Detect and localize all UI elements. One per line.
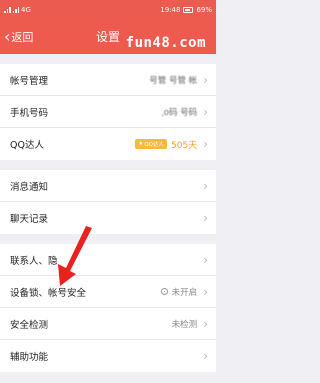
chevron-right-icon: › (203, 104, 208, 119)
chevron-right-icon: › (203, 284, 208, 299)
message-notify-row[interactable]: 消息通知 › (0, 170, 216, 202)
security-group: 联系人、隐 › 设备锁、帐号安全 未开启 › 安全检测 未检测 › 辅助功能 › (0, 244, 216, 372)
phone-text: ˌo码 号码 (161, 107, 198, 118)
security-check-status: 未检测 (171, 319, 198, 330)
device-lock-row[interactable]: 设备锁、帐号安全 未开启 › (0, 276, 216, 308)
chevron-right-icon: › (203, 316, 208, 331)
notify-group: 消息通知 › 聊天记录 › (0, 170, 216, 234)
chevron-right-icon: › (203, 252, 208, 267)
account-manage-label: 帐号管理 (10, 75, 49, 87)
qq-talent-row[interactable]: QQ达人 ★ QQ达人 505天 › (0, 128, 216, 160)
account-manage-row[interactable]: 帐号管理 号管 号管 帐 › (0, 64, 216, 96)
security-check-label: 安全检测 (10, 319, 49, 331)
phone-value: ˌo码 号码 (161, 106, 197, 118)
watermark: fun48.com (125, 35, 206, 51)
qq-badge-text: QQ达人 (144, 142, 164, 148)
accessibility-row[interactable]: 辅助功能 › (0, 340, 216, 372)
back-button[interactable]: ‹ 返回 (0, 19, 33, 54)
phone-row[interactable]: 手机号码 ˌo码 号码 › (0, 96, 216, 128)
signal-icon-2 (12, 6, 19, 13)
battery-level: 69% (196, 5, 212, 14)
contacts-privacy-row[interactable]: 联系人、隐 › (0, 244, 216, 276)
device-lock-label: 设备锁、帐号安全 (10, 287, 87, 299)
phone-label: 手机号码 (10, 107, 49, 119)
status-bar: 4G 19:48 69% (0, 0, 216, 19)
chevron-right-icon: › (203, 211, 208, 225)
account-manage-value: 号管 号管 帐 (149, 74, 197, 86)
network-type: 4G (21, 5, 31, 14)
message-notify-label: 消息通知 (10, 181, 49, 193)
device-lock-status: 未开启 (171, 287, 198, 298)
chevron-right-icon: › (203, 349, 208, 363)
account-manage-text: 号管 号管 帐 (149, 75, 198, 86)
qq-talent-value: ★ QQ达人 505天 (135, 138, 197, 151)
qq-talent-days: 505天 (171, 140, 198, 151)
chevron-right-icon: › (203, 137, 208, 151)
security-check-value: 未检测 (172, 318, 198, 330)
status-right: 19:48 69% (160, 6, 212, 14)
lock-status-icon (160, 288, 168, 295)
qq-talent-label: QQ达人 (10, 140, 44, 151)
battery-icon (183, 6, 194, 13)
status-time: 19:48 (160, 5, 181, 14)
accessibility-label: 辅助功能 (10, 352, 49, 363)
security-check-row[interactable]: 安全检测 未检测 › (0, 308, 216, 340)
title-bar: ‹ 返回 设置 fun48.com (0, 19, 216, 54)
back-label: 返回 (11, 30, 34, 44)
account-group: 帐号管理 号管 号管 帐 › 手机号码 ˌo码 号码 › QQ达人 ★ QQ达人… (0, 64, 216, 160)
signal-icon (4, 6, 11, 13)
qq-badge-icon: ★ (138, 141, 144, 147)
status-left: 4G (4, 6, 31, 14)
chevron-right-icon: › (203, 178, 208, 193)
chevron-right-icon: › (203, 72, 208, 87)
chevron-left-icon: ‹ (4, 26, 11, 46)
contacts-privacy-label: 联系人、隐 (10, 255, 58, 267)
chat-history-row[interactable]: 聊天记录 › (0, 202, 216, 234)
qq-talent-badge: ★ QQ达人 (135, 139, 167, 149)
device-lock-value: 未开启 (160, 286, 198, 298)
chat-history-label: 聊天记录 (10, 214, 49, 225)
